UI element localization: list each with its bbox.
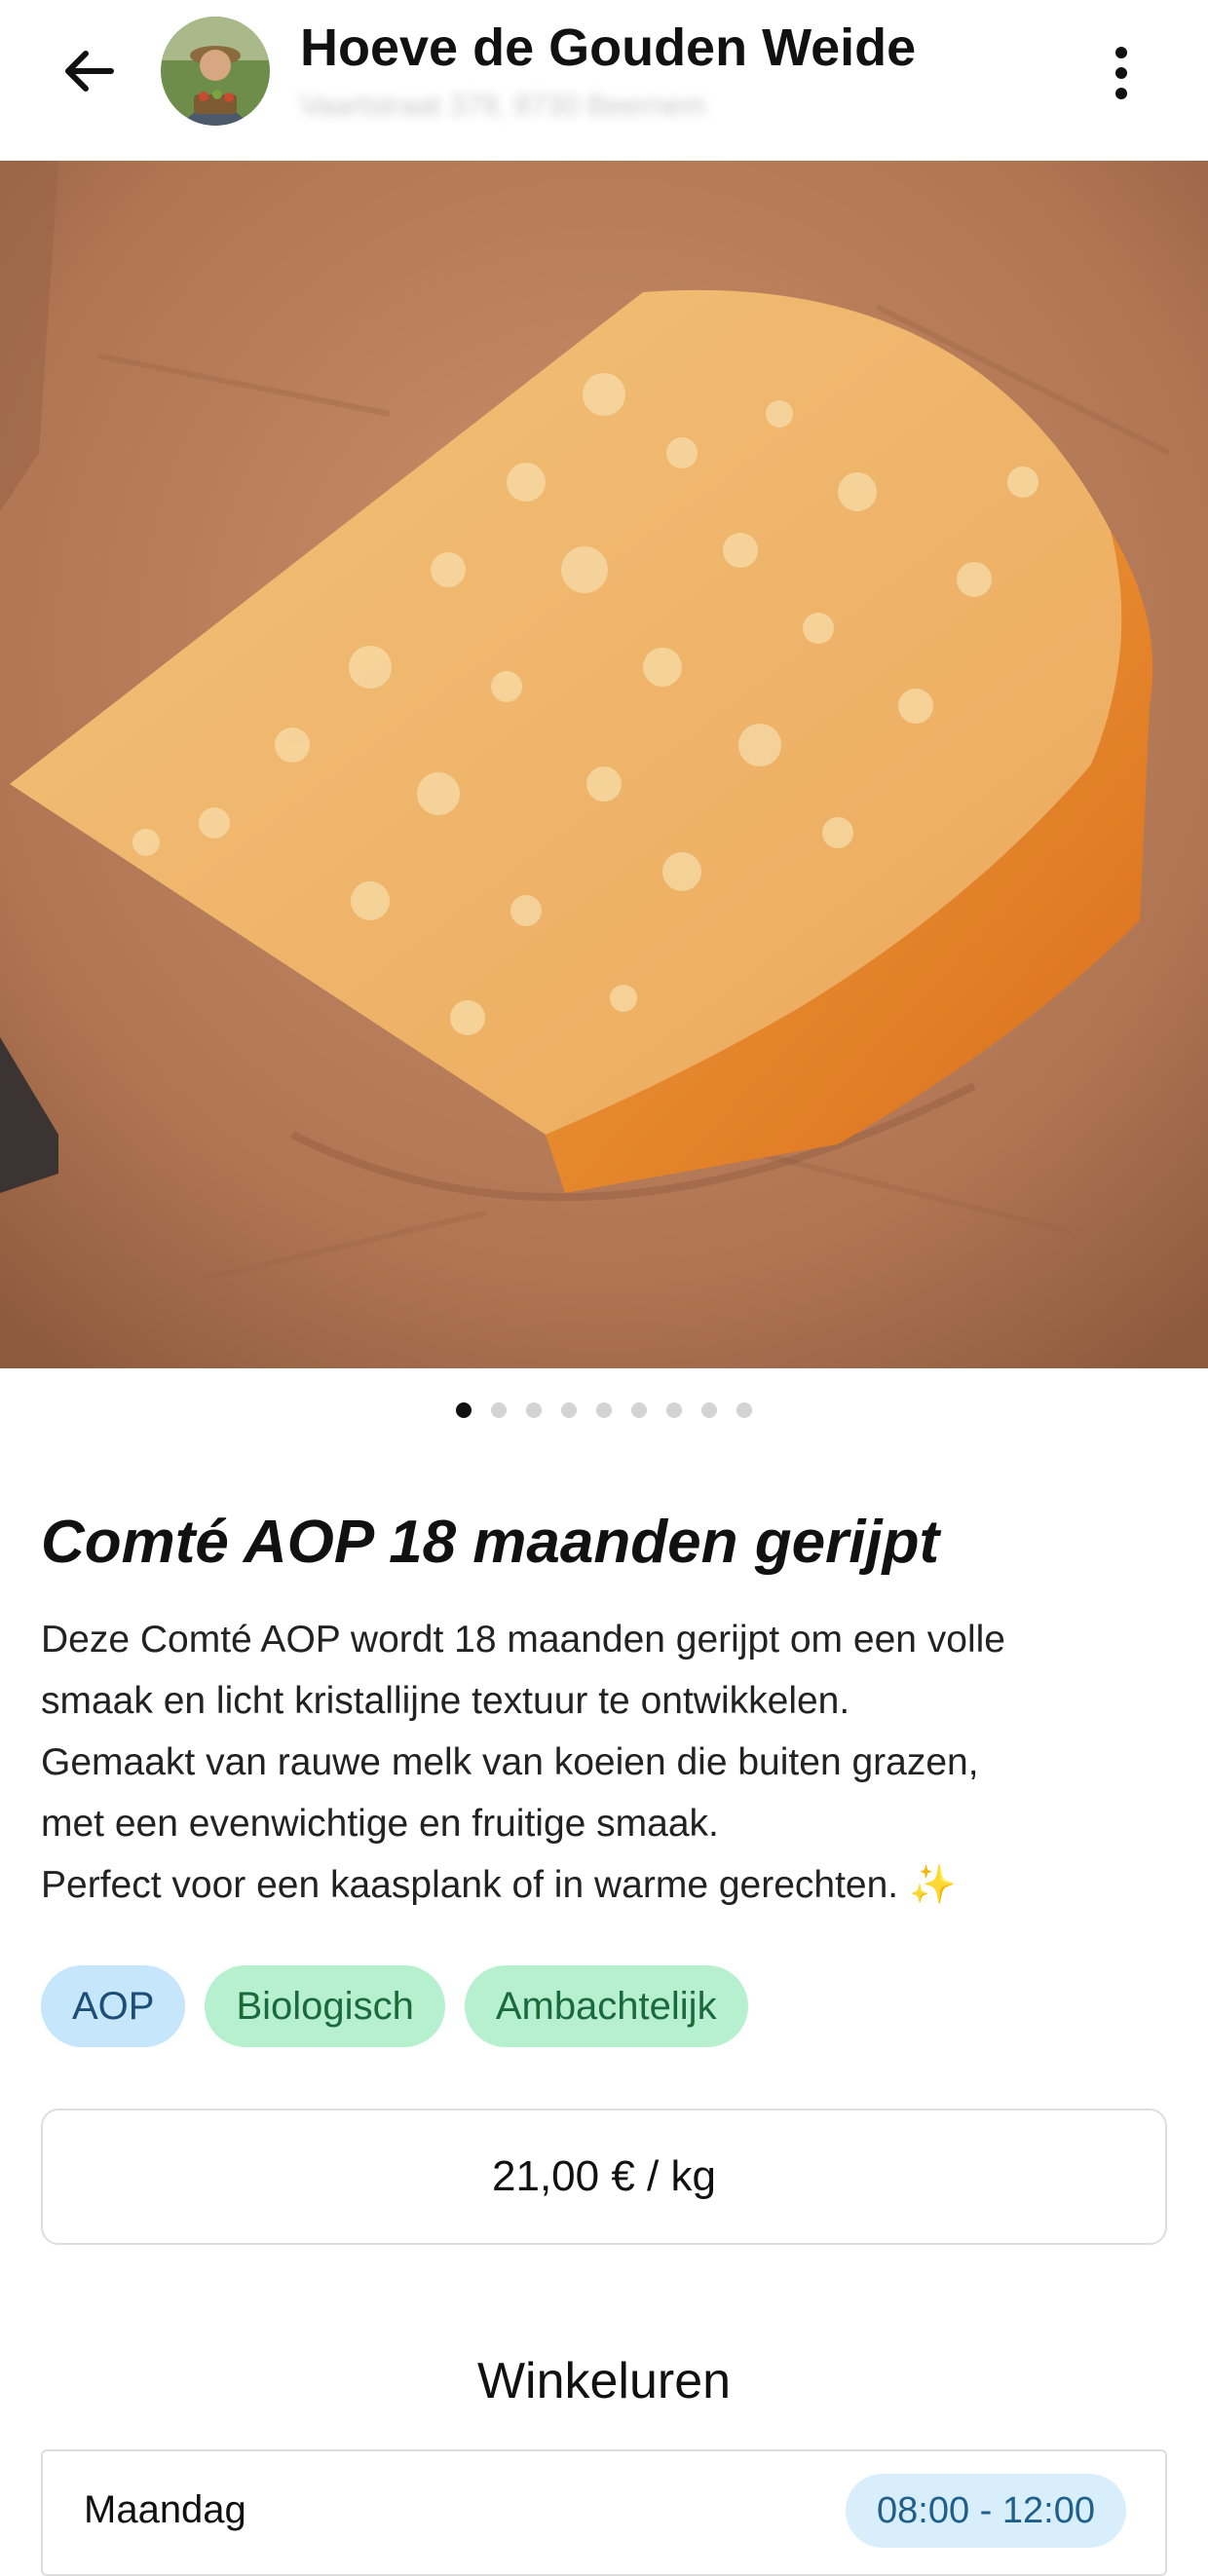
shop-name: Hoeve de Gouden Weide: [300, 19, 917, 77]
arrow-left-icon: [65, 51, 114, 92]
description-line: Deze Comté AOP wordt 18 maanden gerijpt …: [41, 1619, 1005, 1661]
tag-aop: AOP: [41, 1965, 186, 2047]
carousel-dot[interactable]: [736, 1402, 752, 1418]
carousel-dot[interactable]: [491, 1402, 507, 1418]
tag-biologisch: Biologisch: [205, 1965, 445, 2047]
farmer-avatar[interactable]: [161, 17, 270, 126]
description-line: smaak en licht kristallijne textuur te o…: [41, 1680, 850, 1722]
description-line: Perfect voor een kaasplank of in warme g…: [41, 1864, 957, 1906]
carousel-dot[interactable]: [631, 1402, 647, 1418]
time-badge: 08:00 - 12:00: [846, 2474, 1126, 2548]
product-description: Deze Comté AOP wordt 18 maanden gerijpt …: [41, 1609, 1171, 1916]
carousel-indicator[interactable]: [0, 1402, 1208, 1418]
product-title: Comté AOP 18 maanden gerijpt: [41, 1509, 940, 1576]
cheese-photo: [0, 161, 1208, 1368]
opening-hours-title: Winkeluren: [476, 2353, 732, 2409]
carousel-dot[interactable]: [596, 1402, 612, 1418]
more-options-button[interactable]: [1091, 34, 1151, 112]
carousel-dot[interactable]: [456, 1402, 472, 1418]
app-header: Hoeve de Gouden Weide Vaartstraat 379, 8…: [0, 0, 1208, 161]
carousel-dot[interactable]: [701, 1402, 717, 1418]
shop-address: Vaartstraat 379, 8730 Beernem: [300, 90, 706, 122]
description-line: Gemaakt van rauwe melk van koeien die bu…: [41, 1741, 979, 1783]
more-vertical-icon: [1115, 47, 1127, 58]
carousel-dot[interactable]: [666, 1402, 682, 1418]
product-tags: AOP Biologisch Ambachtelijk: [41, 1965, 748, 2047]
day-label: Maandag: [84, 2488, 246, 2531]
product-price: 21,00 € / kg: [492, 2152, 716, 2200]
product-image-carousel[interactable]: [0, 161, 1208, 1368]
back-button[interactable]: [49, 37, 127, 105]
opening-hours-row: Maandag 08:00 - 12:00: [41, 2449, 1167, 2576]
price-box: 21,00 € / kg: [41, 2109, 1167, 2245]
tag-ambachtelijk: Ambachtelijk: [464, 1965, 748, 2047]
description-line: met een evenwichtige en fruitige smaak.: [41, 1803, 719, 1845]
carousel-dot[interactable]: [526, 1402, 542, 1418]
carousel-dot[interactable]: [561, 1402, 577, 1418]
